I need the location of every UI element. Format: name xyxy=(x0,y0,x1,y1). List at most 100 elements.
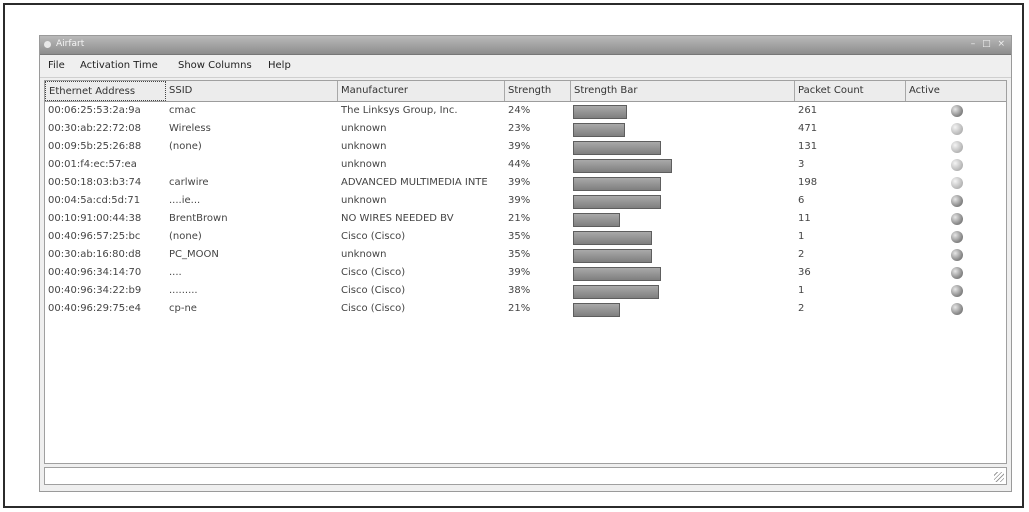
cell-manufacturer: unknown xyxy=(341,195,387,206)
cell-ssid: ......... xyxy=(169,285,198,296)
cell-manufacturer: Cisco (Cisco) xyxy=(341,285,406,296)
table-header: Ethernet Address SSID Manufacturer Stren… xyxy=(45,81,1006,102)
column-header-strength-bar[interactable]: Strength Bar xyxy=(571,81,795,101)
cell-strength: 38% xyxy=(508,285,531,296)
cell-ethernet-address: 00:40:96:57:25:bc xyxy=(48,231,141,242)
strength-bar xyxy=(573,105,627,119)
cell-ethernet-address: 00:40:96:29:75:e4 xyxy=(48,303,141,314)
cell-packet-count: 2 xyxy=(798,249,805,260)
menu-help[interactable]: Help xyxy=(268,60,291,71)
cell-manufacturer: Cisco (Cisco) xyxy=(341,231,406,242)
cell-ssid: BrentBrown xyxy=(169,213,228,224)
cell-manufacturer: The Linksys Group, Inc. xyxy=(341,105,458,116)
cell-packet-count: 11 xyxy=(798,213,811,224)
table-row[interactable]: 00:30:ab:22:72:08 Wireless unknown 23% 471 xyxy=(45,120,1006,138)
cell-strength: 35% xyxy=(508,249,531,260)
strength-bar xyxy=(573,213,620,227)
table-row[interactable]: 00:09:5b:25:26:88 (none) unknown 39% 131 xyxy=(45,138,1006,156)
active-indicator-icon xyxy=(951,159,963,171)
cell-packet-count: 131 xyxy=(798,141,818,152)
strength-bar xyxy=(573,177,661,191)
table-row[interactable]: 00:40:96:29:75:e4 cp-ne Cisco (Cisco) 21% 2 xyxy=(45,300,1006,318)
title-bar[interactable]: Airfart – □ × xyxy=(40,36,1011,55)
cell-ssid xyxy=(166,156,338,174)
menu-show-columns[interactable]: Show Columns xyxy=(178,60,252,71)
app-icon xyxy=(44,41,51,48)
cell-packet-count: 261 xyxy=(798,105,818,116)
active-indicator-icon xyxy=(951,213,963,225)
window-control-buttons[interactable]: – □ × xyxy=(971,39,1007,49)
cell-manufacturer: Cisco (Cisco) xyxy=(341,303,406,314)
cell-ssid: Wireless xyxy=(169,123,211,134)
cell-packet-count: 2 xyxy=(798,303,805,314)
cell-ssid: (none) xyxy=(169,231,202,242)
table-row[interactable]: 00:30:ab:16:80:d8 PC_MOON unknown 35% 2 xyxy=(45,246,1006,264)
cell-packet-count: 6 xyxy=(798,195,805,206)
cell-strength: 24% xyxy=(508,105,531,116)
cell-manufacturer: unknown xyxy=(341,249,387,260)
table-row[interactable]: 00:50:18:03:b3:74 carlwire ADVANCED MULTIM… xyxy=(45,174,1006,192)
network-table: Ethernet Address SSID Manufacturer Stren… xyxy=(44,80,1007,464)
cell-strength: 39% xyxy=(508,267,531,278)
strength-bar xyxy=(573,267,661,281)
active-indicator-icon xyxy=(951,285,963,297)
table-row[interactable]: 00:10:91:00:44:38 BrentBrown NO WIRES NEED… xyxy=(45,210,1006,228)
cell-manufacturer: Cisco (Cisco) xyxy=(341,267,406,278)
cell-manufacturer: unknown xyxy=(341,141,387,152)
cell-ethernet-address: 00:30:ab:22:72:08 xyxy=(48,123,141,134)
table-row[interactable]: 00:06:25:53:2a:9a cmac The Linksys Group, … xyxy=(45,102,1006,120)
active-indicator-icon xyxy=(951,141,963,153)
cell-strength: 21% xyxy=(508,213,531,224)
table-row[interactable]: 00:01:f4:ec:57:ea unknown 44% 3 xyxy=(45,156,1006,174)
screenshot-frame: Airfart – □ × File Activation Time Show … xyxy=(3,3,1024,508)
app-window: Airfart – □ × File Activation Time Show … xyxy=(39,35,1012,492)
active-indicator-icon xyxy=(951,105,963,117)
active-indicator-icon xyxy=(951,231,963,243)
table-row[interactable]: 00:40:96:34:22:b9......... Cisco (Cisco) 3… xyxy=(45,282,1006,300)
cell-ssid: cmac xyxy=(169,105,196,116)
menu-bar: File Activation Time Show Columns Help xyxy=(40,55,1011,78)
cell-packet-count: 36 xyxy=(798,267,811,278)
cell-ethernet-address: 00:40:96:34:14:70 xyxy=(48,267,142,278)
cell-ethernet-address: 00:40:96:34:22:b9 xyxy=(48,285,142,296)
strength-bar xyxy=(573,249,652,263)
strength-bar xyxy=(573,195,661,209)
active-indicator-icon xyxy=(951,177,963,189)
cell-ethernet-address: 00:04:5a:cd:5d:71 xyxy=(48,195,141,206)
cell-packet-count: 198 xyxy=(798,177,818,188)
cell-ethernet-address: 00:09:5b:25:26:88 xyxy=(48,141,142,152)
cell-manufacturer: unknown xyxy=(341,123,387,134)
strength-bar xyxy=(573,141,661,155)
column-header-strength[interactable]: Strength xyxy=(505,81,571,101)
cell-packet-count: 471 xyxy=(798,123,818,134)
cell-packet-count: 3 xyxy=(798,159,805,170)
resize-grip-icon[interactable] xyxy=(994,472,1004,482)
strength-bar xyxy=(573,303,620,317)
table-row[interactable]: 00:40:96:34:14:70.... Cisco (Cisco) 39% 36 xyxy=(45,264,1006,282)
column-header-ssid[interactable]: SSID xyxy=(166,81,338,101)
table-row[interactable]: 00:40:96:57:25:bc (none) Cisco (Cisco) 35% 1 xyxy=(45,228,1006,246)
cell-strength: 35% xyxy=(508,231,531,242)
table-row[interactable]: 00:04:5a:cd:5d:71 ....ie... unknown 39% 6 xyxy=(45,192,1006,210)
menu-file[interactable]: File xyxy=(48,60,65,71)
column-header-packet-count[interactable]: Packet Count xyxy=(795,81,906,101)
active-indicator-icon xyxy=(951,195,963,207)
menu-activation-time[interactable]: Activation Time xyxy=(80,60,158,71)
cell-strength: 23% xyxy=(508,123,531,134)
active-indicator-icon xyxy=(951,249,963,261)
column-header-ethernet-address[interactable]: Ethernet Address xyxy=(45,81,166,101)
cell-ssid: PC_MOON xyxy=(169,249,219,260)
strength-bar xyxy=(573,159,672,173)
window-title: Airfart xyxy=(56,39,85,49)
cell-strength: 21% xyxy=(508,303,531,314)
column-header-manufacturer[interactable]: Manufacturer xyxy=(338,81,505,101)
active-indicator-icon xyxy=(951,267,963,279)
active-indicator-icon xyxy=(951,123,963,135)
cell-manufacturer: unknown xyxy=(341,159,387,170)
cell-ssid: .... xyxy=(169,267,182,278)
cell-strength: 44% xyxy=(508,159,531,170)
cell-strength: 39% xyxy=(508,141,531,152)
cell-ssid: cp-ne xyxy=(169,303,197,314)
strength-bar xyxy=(573,285,659,299)
column-header-active[interactable]: Active xyxy=(906,81,1006,101)
